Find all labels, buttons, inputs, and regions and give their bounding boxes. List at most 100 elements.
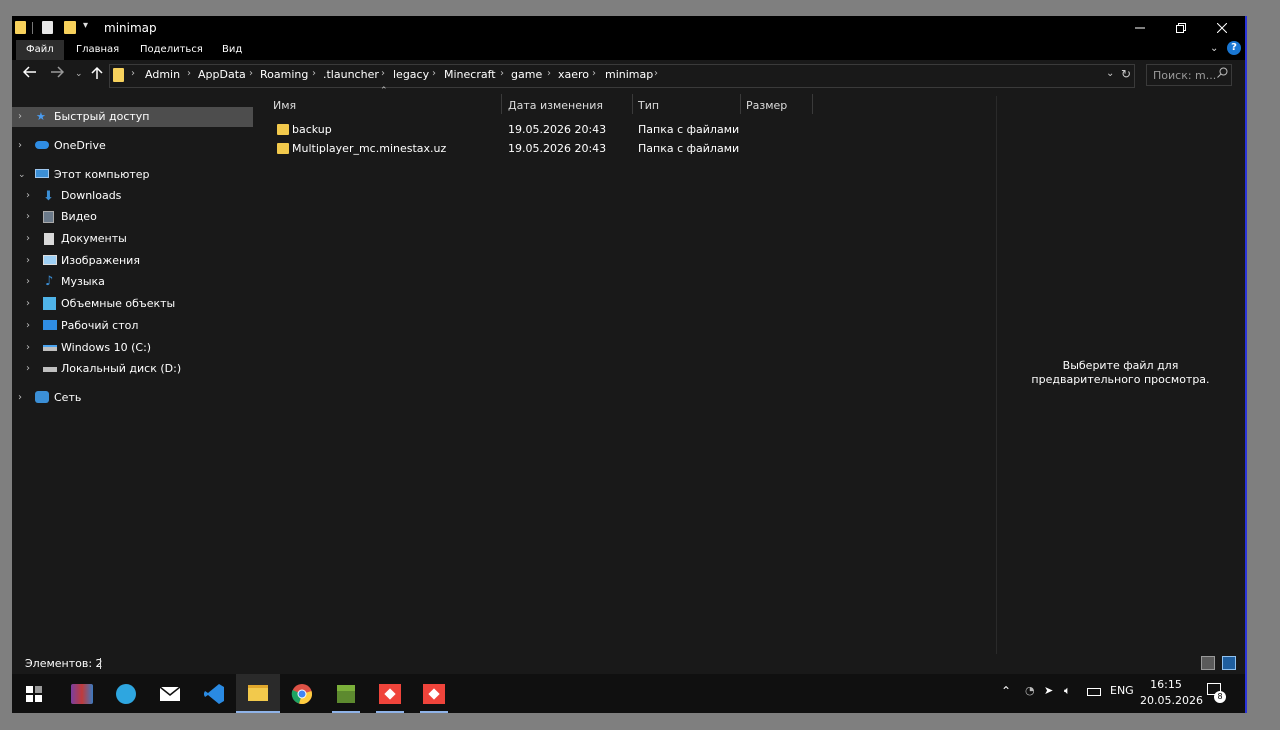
- address-history-icon[interactable]: ⌄: [1106, 68, 1114, 79]
- breadcrumb-item[interactable]: AppData: [198, 68, 246, 81]
- breadcrumb-item[interactable]: xaero: [558, 68, 589, 81]
- breadcrumb-item[interactable]: .tlauncher: [323, 68, 379, 81]
- sidebar-item-this-pc[interactable]: ⌄ Этот компьютер: [12, 165, 253, 185]
- column-header-name[interactable]: Имя: [273, 96, 296, 116]
- chevron-right-icon[interactable]: ›: [18, 107, 22, 127]
- clock-time: 16:15: [1150, 678, 1182, 691]
- chevron-right-icon[interactable]: ›: [26, 251, 30, 271]
- tab-home[interactable]: Главная: [66, 40, 129, 60]
- taskbar-app-minecraft[interactable]: [324, 674, 368, 713]
- sidebar-item-label: Объемные объекты: [61, 297, 176, 310]
- sidebar-item-network[interactable]: › Сеть: [12, 388, 253, 408]
- sidebar-item-videos[interactable]: › Видео: [12, 207, 253, 227]
- column-header-size[interactable]: Размер: [746, 96, 787, 116]
- details-view-button[interactable]: [1201, 656, 1215, 670]
- chevron-down-icon[interactable]: ⌄: [18, 165, 26, 185]
- chevron-right-icon[interactable]: ›: [26, 294, 30, 314]
- chevron-right-icon[interactable]: ›: [131, 68, 135, 79]
- chevron-right-icon[interactable]: ›: [26, 207, 30, 227]
- chevron-right-icon[interactable]: ›: [26, 229, 30, 249]
- chevron-right-icon[interactable]: ›: [187, 68, 191, 79]
- column-header-type[interactable]: Тип: [638, 96, 659, 116]
- breadcrumb-item[interactable]: Roaming: [260, 68, 308, 81]
- taskbar-app-anydesk[interactable]: [368, 674, 412, 713]
- sidebar-item-desktop[interactable]: › Рабочий стол: [12, 316, 253, 336]
- new-folder-icon[interactable]: [64, 21, 76, 34]
- sidebar-item-drive-c[interactable]: › Windows 10 (C:): [12, 338, 253, 358]
- chevron-right-icon[interactable]: ›: [18, 388, 22, 408]
- sidebar-item-drive-d[interactable]: › Локальный диск (D:): [12, 359, 253, 379]
- breadcrumb-current[interactable]: minimap: [605, 68, 653, 81]
- column-header-date[interactable]: Дата изменения: [508, 96, 603, 116]
- sidebar-item-documents[interactable]: › Документы: [12, 229, 253, 249]
- chevron-right-icon[interactable]: ›: [249, 68, 253, 79]
- volume-icon[interactable]: 🔈︎: [1064, 684, 1071, 698]
- customize-toolbar-icon[interactable]: ▾: [83, 20, 88, 31]
- breadcrumb-item[interactable]: game: [511, 68, 542, 81]
- sidebar-item-onedrive[interactable]: › OneDrive: [12, 136, 253, 156]
- clock[interactable]: 16:15 20.05.2026: [1140, 677, 1203, 709]
- chevron-right-icon[interactable]: ›: [26, 272, 30, 292]
- chevron-right-icon[interactable]: ›: [26, 316, 30, 336]
- language-indicator[interactable]: ENG: [1110, 684, 1134, 697]
- column-divider[interactable]: [812, 94, 813, 114]
- chevron-right-icon[interactable]: ›: [26, 186, 30, 206]
- back-button[interactable]: [22, 66, 37, 82]
- tab-file[interactable]: Файл: [16, 40, 64, 60]
- chevron-right-icon[interactable]: ›: [26, 338, 30, 358]
- help-icon[interactable]: ?: [1227, 41, 1241, 55]
- sidebar-item-3d-objects[interactable]: › Объемные объекты: [12, 294, 253, 314]
- chevron-right-icon[interactable]: ›: [26, 359, 30, 379]
- sidebar-item-label: Downloads: [61, 189, 122, 202]
- sidebar-item-quick-access[interactable]: › ★ Быстрый доступ: [12, 107, 253, 127]
- sidebar-item-label: Рабочий стол: [61, 319, 139, 332]
- taskbar-app-anydesk-2[interactable]: [412, 674, 456, 713]
- file-row[interactable]: backup 19.05.2026 20:43 Папка с файлами: [277, 120, 747, 139]
- chevron-right-icon[interactable]: ›: [381, 68, 385, 79]
- expand-ribbon-icon[interactable]: ⌄: [1210, 43, 1218, 54]
- taskbar-app-mail[interactable]: [148, 674, 192, 713]
- sort-ascending-icon: ⌃: [380, 86, 388, 96]
- sidebar-item-pictures[interactable]: › Изображения: [12, 251, 253, 271]
- tab-share[interactable]: Поделиться: [130, 40, 213, 60]
- breadcrumb-item[interactable]: Admin: [145, 68, 180, 81]
- close-button[interactable]: [1199, 16, 1245, 40]
- tab-view[interactable]: Вид: [212, 40, 252, 60]
- column-divider[interactable]: [740, 94, 741, 114]
- breadcrumb-item[interactable]: legacy: [393, 68, 429, 81]
- window-title: minimap: [104, 21, 157, 35]
- chevron-right-icon[interactable]: ›: [592, 68, 596, 79]
- chevron-right-icon[interactable]: ›: [654, 68, 658, 79]
- sidebar-item-music[interactable]: › ♪ Музыка: [12, 272, 253, 292]
- chevron-right-icon[interactable]: ›: [500, 68, 504, 79]
- taskbar-app-winrar[interactable]: [60, 674, 104, 713]
- file-row[interactable]: Multiplayer_mc.minestax.uz 19.05.2026 20…: [277, 139, 747, 158]
- minimize-button[interactable]: [1117, 16, 1163, 40]
- refresh-icon[interactable]: ↻: [1121, 67, 1131, 81]
- up-button[interactable]: [91, 66, 103, 84]
- sidebar-item-downloads[interactable]: › ⬇ Downloads: [12, 186, 253, 206]
- chevron-right-icon[interactable]: ›: [547, 68, 551, 79]
- telegram-tray-icon[interactable]: ➤: [1044, 684, 1053, 697]
- maximize-button[interactable]: [1158, 16, 1204, 40]
- taskbar-app-chrome[interactable]: [280, 674, 324, 713]
- chevron-right-icon[interactable]: ›: [432, 68, 436, 79]
- start-button[interactable]: [12, 674, 56, 713]
- forward-button[interactable]: [50, 66, 65, 82]
- taskbar-app-vscode[interactable]: [192, 674, 236, 713]
- chevron-right-icon[interactable]: ›: [312, 68, 316, 79]
- column-divider[interactable]: [632, 94, 633, 114]
- recent-locations-icon[interactable]: ⌄: [75, 69, 83, 79]
- large-icons-view-button[interactable]: [1222, 656, 1236, 670]
- chevron-up-icon[interactable]: ⌃: [1001, 684, 1011, 698]
- taskbar-app-telegram[interactable]: [104, 674, 148, 713]
- chrome-icon: [291, 683, 312, 704]
- properties-icon[interactable]: [42, 21, 53, 34]
- battery-icon[interactable]: [1087, 688, 1101, 696]
- chevron-right-icon[interactable]: ›: [18, 136, 22, 156]
- breadcrumb-item[interactable]: Minecraft: [444, 68, 496, 81]
- column-divider[interactable]: [501, 94, 502, 114]
- taskbar-app-file-explorer[interactable]: [236, 674, 280, 713]
- file-type: Папка с файлами: [638, 123, 740, 136]
- wifi-icon[interactable]: ◔: [1025, 684, 1035, 697]
